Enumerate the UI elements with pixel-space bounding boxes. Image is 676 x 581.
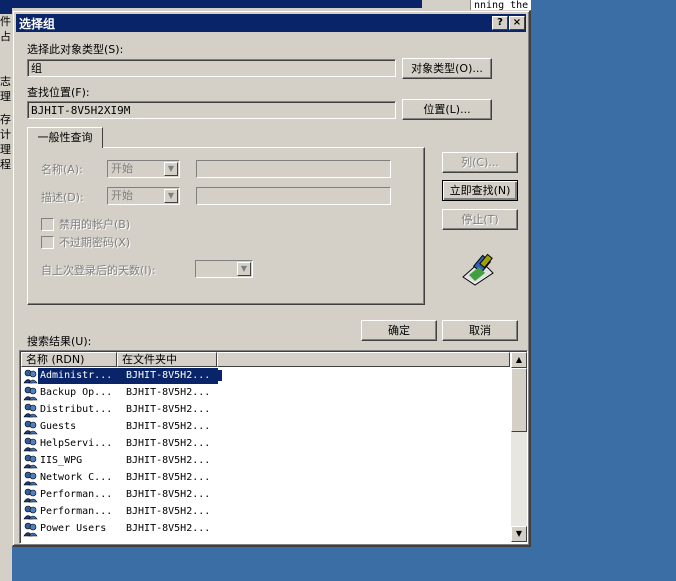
description-match-combo: 开始 ▼ bbox=[107, 187, 180, 205]
dialog-title: 选择组 bbox=[19, 17, 56, 31]
select-group-dialog: 选择组 ? × 选择此对象类型(S): 组 对象类型(O)... 查找位置(F)… bbox=[12, 10, 531, 547]
name-input bbox=[196, 160, 391, 178]
row-name: Network C... bbox=[40, 472, 113, 483]
bg-char: 志 bbox=[0, 75, 11, 88]
table-row[interactable]: Guests BJHIT-8V5H2... bbox=[22, 419, 510, 436]
search-results-list[interactable]: 名称 (RDN) 在文件夹中 Administr... BJHIT-8V5H2..… bbox=[19, 350, 528, 544]
bg-char: 件 bbox=[0, 15, 11, 28]
group-icon bbox=[23, 522, 38, 537]
row-folder: BJHIT-8V5H2... bbox=[126, 421, 211, 432]
table-row[interactable]: Performan... BJHIT-8V5H2... bbox=[22, 504, 510, 521]
bg-char: 存 bbox=[0, 113, 11, 126]
background-window-left-titlebar bbox=[0, 0, 12, 14]
group-icon bbox=[23, 386, 38, 401]
group-icon bbox=[23, 403, 38, 418]
disabled-accounts-checkbox bbox=[41, 218, 54, 231]
vertical-scrollbar[interactable]: ▲ ▼ bbox=[511, 352, 527, 542]
columns-button: 列(C)... bbox=[442, 152, 518, 173]
table-row[interactable]: HelpServi... BJHIT-8V5H2... bbox=[22, 436, 510, 453]
table-row[interactable]: Power Users BJHIT-8V5H2... bbox=[22, 521, 510, 538]
non-expiring-password-checkbox bbox=[41, 236, 54, 249]
column-header-empty bbox=[217, 352, 510, 367]
row-name: Distribut... bbox=[40, 404, 113, 415]
bg-char: 占 bbox=[0, 30, 11, 43]
row-name: Backup Op... bbox=[40, 387, 113, 398]
stop-button: 停止(T) bbox=[442, 209, 518, 230]
bg-char: 理 bbox=[0, 143, 11, 156]
days-since-logon-label: 自上次登录后的天数(I): bbox=[41, 264, 156, 277]
location-label: 查找位置(F): bbox=[27, 86, 90, 99]
name-label: 名称(A): bbox=[41, 163, 83, 176]
table-row[interactable]: Distribut... BJHIT-8V5H2... bbox=[22, 402, 510, 419]
row-folder: BJHIT-8V5H2... bbox=[126, 523, 211, 534]
row-name: Guests bbox=[40, 421, 77, 432]
group-icon bbox=[23, 505, 38, 520]
object-type-label: 选择此对象类型(S): bbox=[27, 43, 124, 56]
chevron-down-icon: ▼ bbox=[164, 162, 178, 176]
object-types-button[interactable]: 对象类型(O)... bbox=[402, 58, 492, 79]
locations-button[interactable]: 位置(L)... bbox=[402, 99, 492, 120]
row-name: HelpServi... bbox=[40, 438, 113, 449]
location-field: BJHIT-8V5H2XI9M bbox=[27, 101, 396, 119]
help-button[interactable]: ? bbox=[492, 16, 508, 30]
column-header-name[interactable]: 名称 (RDN) bbox=[21, 352, 117, 367]
group-icon bbox=[23, 488, 38, 503]
group-icon bbox=[23, 369, 38, 384]
close-button[interactable]: × bbox=[509, 16, 525, 30]
row-name: Performan... bbox=[40, 489, 113, 500]
row-name: Administr... bbox=[40, 370, 120, 381]
bg-char: 理 bbox=[0, 90, 11, 103]
group-icon bbox=[23, 454, 38, 469]
dialog-titlebar[interactable]: 选择组 ? × bbox=[16, 14, 526, 32]
ok-button[interactable]: 确定 bbox=[361, 320, 437, 341]
row-folder: BJHIT-8V5H2... bbox=[126, 370, 222, 381]
row-folder: BJHIT-8V5H2... bbox=[126, 387, 211, 398]
table-row[interactable]: Administr... BJHIT-8V5H2... bbox=[22, 368, 510, 385]
bg-char: 程 bbox=[0, 158, 11, 171]
search-flashlight-icon bbox=[462, 253, 494, 286]
table-row[interactable]: Backup Op... BJHIT-8V5H2... bbox=[22, 385, 510, 402]
table-row[interactable]: IIS_WPG BJHIT-8V5H2... bbox=[22, 453, 510, 470]
row-folder: BJHIT-8V5H2... bbox=[126, 506, 211, 517]
row-folder: BJHIT-8V5H2... bbox=[126, 472, 211, 483]
row-folder: BJHIT-8V5H2... bbox=[126, 455, 211, 466]
description-label: 描述(D): bbox=[41, 191, 84, 204]
scroll-down-button[interactable]: ▼ bbox=[511, 526, 527, 542]
tab-common-queries[interactable]: 一般性查询 bbox=[27, 127, 103, 148]
row-folder: BJHIT-8V5H2... bbox=[126, 404, 211, 415]
object-type-field: 组 bbox=[27, 59, 396, 77]
close-icon: × bbox=[512, 17, 522, 28]
help-icon: ? bbox=[497, 17, 503, 28]
days-since-logon-combo: ▼ bbox=[195, 260, 253, 278]
row-name: IIS_WPG bbox=[40, 455, 83, 466]
group-icon bbox=[23, 471, 38, 486]
group-icon bbox=[23, 420, 38, 435]
chevron-down-icon: ▼ bbox=[164, 189, 178, 203]
desc-combo-value: 开始 bbox=[111, 189, 133, 202]
name-combo-value: 开始 bbox=[111, 162, 133, 175]
group-icon bbox=[23, 437, 38, 452]
non-expiring-password-label: 不过期密码(X) bbox=[59, 236, 131, 249]
table-row[interactable]: Performan... BJHIT-8V5H2... bbox=[22, 487, 510, 504]
background-left-text: 件 占 志 理 存 计 理 程 bbox=[0, 14, 12, 172]
search-results-label: 搜索结果(U): bbox=[27, 335, 92, 348]
row-folder: BJHIT-8V5H2... bbox=[126, 489, 211, 500]
bg-char: 计 bbox=[0, 128, 11, 141]
row-name: Performan... bbox=[40, 506, 113, 517]
chevron-down-icon: ▼ bbox=[237, 262, 251, 276]
table-row[interactable]: Network C... BJHIT-8V5H2... bbox=[22, 470, 510, 487]
scroll-thumb[interactable] bbox=[511, 368, 527, 432]
row-folder: BJHIT-8V5H2... bbox=[126, 438, 211, 449]
description-input bbox=[196, 187, 391, 205]
name-match-combo: 开始 ▼ bbox=[107, 160, 180, 178]
scroll-up-button[interactable]: ▲ bbox=[511, 352, 527, 368]
disabled-accounts-label: 禁用的帐户(B) bbox=[59, 218, 131, 231]
background-window-titlebar bbox=[12, 0, 422, 8]
column-header-folder[interactable]: 在文件夹中 bbox=[117, 352, 217, 367]
cancel-button[interactable]: 取消 bbox=[442, 320, 518, 341]
row-name: Power Users bbox=[40, 523, 107, 534]
find-now-button[interactable]: 立即查找(N) bbox=[442, 180, 518, 201]
